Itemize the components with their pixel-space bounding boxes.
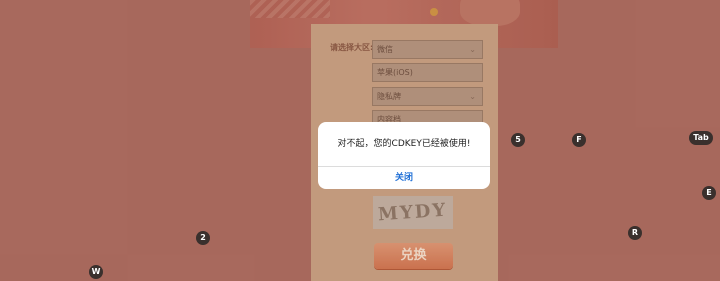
key-hint-e: E — [702, 186, 716, 200]
key-hint-tab: Tab — [689, 131, 713, 145]
key-hint-5: 5 — [511, 133, 525, 147]
close-button[interactable]: 关闭 — [318, 167, 490, 189]
key-hint-2: 2 — [196, 231, 210, 245]
key-hint-f: F — [572, 133, 586, 147]
key-hint-r: R — [628, 226, 642, 240]
alert-message: 对不起，您的CDKEY已经被使用! — [318, 122, 490, 167]
key-hint-w: W — [89, 265, 103, 279]
alert-dialog: 对不起，您的CDKEY已经被使用! 关闭 — [318, 122, 490, 189]
